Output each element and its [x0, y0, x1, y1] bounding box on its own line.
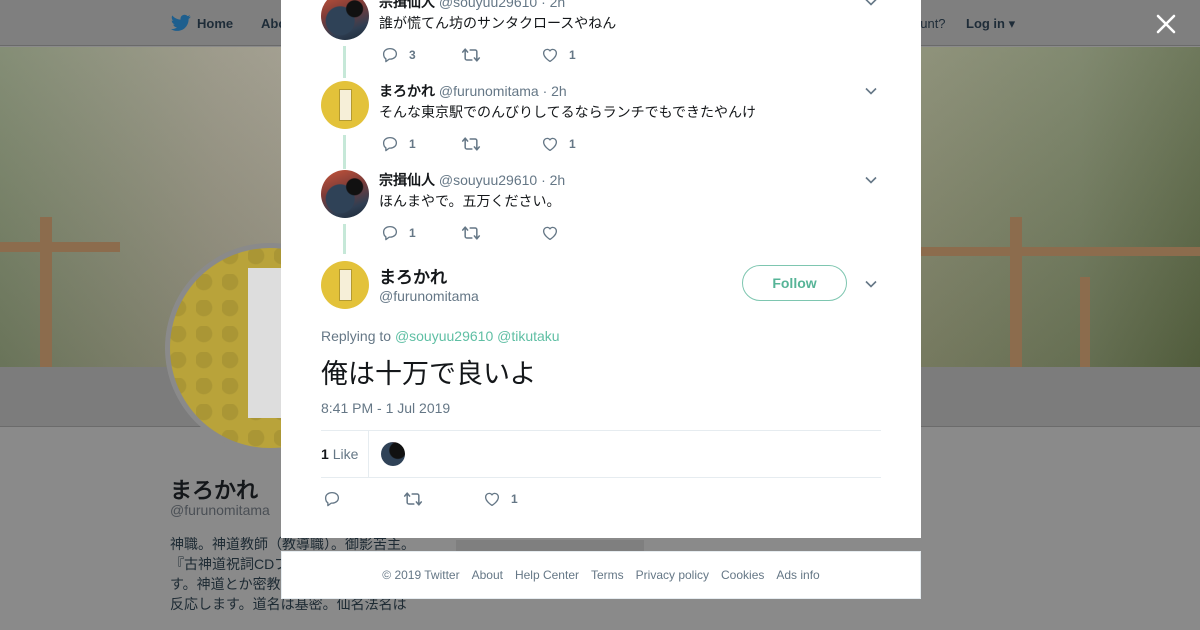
- footer-copyright: © 2019 Twitter: [382, 568, 460, 582]
- login-link[interactable]: Log in ▾: [966, 16, 1015, 32]
- profile-name: まろかれ: [170, 478, 259, 503]
- replying-to-user-link[interactable]: @souyuu29610: [395, 328, 493, 344]
- reply-count: 1: [409, 137, 416, 151]
- replying-to-prefix: Replying to: [321, 328, 392, 344]
- heart-icon: [542, 137, 558, 152]
- like-button[interactable]: 1: [541, 45, 576, 65]
- reply-button[interactable]: 3: [381, 45, 416, 65]
- profile-handle: @furunomitama: [170, 502, 270, 518]
- reply-header: まろかれ @furunomitama · 2h: [379, 81, 567, 101]
- retweet-icon: [461, 48, 481, 62]
- reply-text: 誰が慌てん坊のサンタクロースやねん: [379, 15, 617, 31]
- reply-tweet[interactable]: まろかれ @furunomitama · 2h そんな東京駅でのんびりしてるなら…: [321, 81, 881, 170]
- reply-icon: [382, 47, 398, 63]
- reply-icon: [324, 491, 340, 507]
- retweet-icon: [461, 226, 481, 240]
- follow-button[interactable]: Follow: [742, 265, 847, 301]
- reply-icon: [382, 136, 398, 152]
- tweet-stats: 1 Like: [321, 430, 881, 478]
- heart-icon: [484, 492, 500, 507]
- banner-rail: [0, 242, 120, 252]
- main-tweet-text: 俺は十万で良いよ: [321, 359, 537, 389]
- main-tweet-timestamp[interactable]: 8:41 PM - 1 Jul 2019: [321, 400, 450, 416]
- reply-author-handle[interactable]: @souyuu29610: [439, 172, 537, 188]
- reply-time[interactable]: · 2h: [543, 83, 567, 99]
- footer-link-cookies[interactable]: Cookies: [721, 568, 764, 582]
- banner-post: [40, 217, 52, 367]
- like-count: 1: [511, 492, 518, 506]
- chevron-down-icon[interactable]: [863, 83, 879, 99]
- likes-stat-label: Like: [332, 446, 359, 462]
- banner-post: [1080, 277, 1090, 367]
- nav-home-link[interactable]: Home: [197, 16, 233, 31]
- retweet-button[interactable]: [461, 223, 491, 243]
- main-tweet-author-name[interactable]: まろかれ: [379, 263, 447, 288]
- reply-author-name[interactable]: 宗揖仙人: [379, 0, 435, 10]
- avatar-label-card: [339, 269, 352, 301]
- heart-icon: [542, 48, 558, 63]
- login-label: Log in: [966, 16, 1005, 31]
- retweet-button[interactable]: [403, 489, 423, 509]
- reply-icon: [382, 225, 398, 241]
- replying-to-line: Replying to @souyuu29610 @tikutaku: [321, 328, 560, 344]
- like-button[interactable]: 1: [483, 489, 518, 509]
- reply-author-name[interactable]: まろかれ: [379, 83, 435, 99]
- reply-button[interactable]: 1: [381, 223, 416, 243]
- reply-header: 宗揖仙人 @souyuu29610 · 2h: [379, 170, 565, 190]
- banner-rail: [920, 247, 1200, 256]
- reply-author-handle[interactable]: @furunomitama: [439, 83, 539, 99]
- banner-post: [1010, 217, 1022, 367]
- reply-author-name[interactable]: 宗揖仙人: [379, 172, 435, 188]
- reply-tweet[interactable]: 宗揖仙人 @souyuu29610 · 2h ほんまやで。五万ください。 1: [321, 170, 881, 256]
- close-icon: [1156, 14, 1176, 34]
- liker-avatar[interactable]: [381, 442, 405, 466]
- replying-to-user-link[interactable]: @tikutaku: [497, 328, 559, 344]
- like-button[interactable]: [541, 223, 569, 243]
- reply-header: 宗揖仙人 @souyuu29610 · 2h: [379, 0, 565, 12]
- retweet-icon: [403, 492, 423, 506]
- reply-time[interactable]: · 2h: [541, 0, 565, 10]
- stats-divider: [368, 431, 369, 478]
- modal-footer: © 2019 Twitter About Help Center Terms P…: [281, 551, 921, 599]
- reply-avatar[interactable]: [321, 0, 369, 40]
- retweet-button[interactable]: [461, 134, 491, 154]
- reply-author-handle[interactable]: @souyuu29610: [439, 0, 537, 10]
- reply-button[interactable]: [323, 489, 341, 509]
- reply-avatar[interactable]: [321, 170, 369, 218]
- reply-count: 3: [409, 48, 416, 62]
- thread-line: [343, 224, 346, 254]
- thread-line: [343, 135, 346, 169]
- chevron-down-icon[interactable]: [863, 276, 879, 292]
- reply-avatar[interactable]: [321, 81, 369, 129]
- twitter-bird-icon[interactable]: [171, 14, 191, 32]
- footer-link-about[interactable]: About: [472, 568, 503, 582]
- reply-text: ほんまやで。五万ください。: [379, 193, 561, 209]
- avatar-label-card: [339, 89, 352, 121]
- like-count: 1: [569, 137, 576, 151]
- footer-link-terms[interactable]: Terms: [591, 568, 624, 582]
- reply-tweet[interactable]: 宗揖仙人 @souyuu29610 · 2h 誰が慌てん坊のサンタクロースやねん…: [321, 0, 881, 78]
- retweet-icon: [461, 137, 481, 151]
- reply-time[interactable]: · 2h: [541, 172, 565, 188]
- chevron-down-icon[interactable]: [863, 0, 879, 10]
- heart-icon: [542, 226, 558, 241]
- thread-line: [343, 46, 346, 78]
- main-tweet-avatar[interactable]: [321, 261, 369, 309]
- reply-button[interactable]: 1: [381, 134, 416, 154]
- likes-stat-link[interactable]: 1 Like: [321, 446, 358, 462]
- reply-count: 1: [409, 226, 416, 240]
- reply-text: そんな東京駅でのんびりしてるならランチでもできたやんけ: [379, 104, 757, 120]
- like-button[interactable]: 1: [541, 134, 576, 154]
- likes-stat-count: 1: [321, 446, 329, 462]
- retweet-button[interactable]: [461, 45, 491, 65]
- tweet-permalink-modal: 宗揖仙人 @souyuu29610 · 2h 誰が慌てん坊のサンタクロースやねん…: [281, 0, 921, 538]
- main-tweet-actions: 1: [323, 489, 623, 509]
- close-modal-button[interactable]: [1154, 12, 1178, 36]
- like-count: 1: [569, 48, 576, 62]
- footer-link-ads-info[interactable]: Ads info: [776, 568, 819, 582]
- footer-link-privacy-policy[interactable]: Privacy policy: [636, 568, 709, 582]
- main-tweet-author-handle[interactable]: @furunomitama: [379, 288, 479, 304]
- chevron-down-icon[interactable]: [863, 172, 879, 188]
- footer-link-help-center[interactable]: Help Center: [515, 568, 579, 582]
